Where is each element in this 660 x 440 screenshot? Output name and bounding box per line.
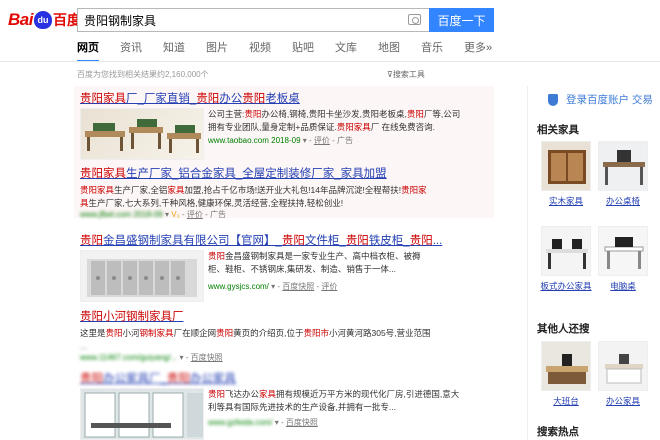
result-url[interactable]: www.11467.com/guiyang/... ▾ - 百度快照 — [80, 352, 490, 363]
hot-search-title: 搜索热点 — [537, 426, 579, 438]
related-label[interactable]: 板式办公家具 — [537, 280, 595, 292]
related-image[interactable] — [598, 226, 648, 276]
result-item: 贵阳小河钢制家具厂 这里是贵阳小河钢制家具厂在顺企网贵阳黄页的介绍页,位于贵阳市… — [80, 308, 490, 363]
result-description: 这里是贵阳小河钢制家具厂在顺企网贵阳黄页的介绍页,位于贵阳市小河黄河路305号,… — [80, 328, 431, 338]
tab-news[interactable]: 资讯 — [120, 38, 142, 62]
paw-icon: du — [33, 11, 52, 29]
result-title-link[interactable]: 贵阳金昌盛钢制家具有限公司【官网】_贵阳文件柜_贵阳铁皮柜_贵阳... — [80, 232, 490, 248]
also-searched-label[interactable]: 大班台 — [537, 395, 595, 407]
login-link[interactable]: 登录百度账户 交易 — [548, 92, 653, 107]
search-box — [77, 8, 429, 32]
related-label[interactable]: 实木家具 — [537, 195, 595, 207]
search-tools[interactable]: ⊽搜索工具 — [387, 69, 425, 80]
search-input[interactable] — [78, 9, 398, 31]
login-label: 登录百度账户 交易 — [566, 94, 653, 106]
tab-images[interactable]: 图片 — [206, 38, 228, 62]
search-button[interactable]: 百度一下 — [429, 8, 494, 32]
tab-map[interactable]: 地图 — [378, 38, 400, 62]
related-label[interactable]: 电脑桌 — [594, 280, 652, 292]
result-title-link[interactable]: 贵阳家具生产厂家_铝合金家具_全屋定制装修厂家_家具加盟 — [80, 165, 490, 181]
result-item: 贵阳家具厂_厂家直销_贵阳办公贵阳老板桌 公司主营:贵阳办公椅,钢椅,贵阳卡坐沙… — [80, 90, 490, 160]
result-description: 贵阳飞达办公家具拥有规模近万平方米的现代化厂房,引进德国,意大 — [208, 389, 460, 399]
baidu-logo[interactable]: Bai du 百度 — [8, 8, 81, 32]
tab-more[interactable]: 更多» — [464, 38, 492, 62]
result-thumbnail[interactable] — [80, 388, 204, 440]
tab-zhidao[interactable]: 知道 — [163, 38, 185, 62]
result-thumbnail[interactable] — [80, 250, 204, 302]
result-description: 具生产厂家,七大系列,千种风格,健康环保,灵活经营,全程扶持,轻松创业! — [80, 197, 344, 208]
result-title-link[interactable]: 贵阳家具厂_厂家直销_贵阳办公贵阳老板桌 — [80, 90, 490, 106]
also-searched-image[interactable] — [598, 341, 648, 391]
result-title-link[interactable]: 贵阳小河钢制家具厂 — [80, 308, 490, 324]
related-image[interactable] — [598, 141, 648, 191]
result-description: 公司主营:贵阳办公椅,钢椅,贵阳卡坐沙发,贵阳老板桌,贵阳厂等,公司 — [208, 109, 461, 119]
also-searched-title: 其他人还搜 — [537, 323, 590, 335]
camera-icon[interactable] — [408, 14, 421, 25]
result-url[interactable]: www.gzfeida.com/ ▾ - 百度快照 — [208, 417, 488, 428]
shield-icon — [548, 93, 558, 106]
result-description: ... — [80, 340, 88, 351]
result-item: 贵阳家具生产厂家_铝合金家具_全屋定制装修厂家_家具加盟 贵阳家具生产厂家,全铝… — [80, 165, 490, 220]
related-image[interactable] — [541, 141, 591, 191]
result-url[interactable]: www.gysjcs.com/ ▾ - 百度快照 - 评价 — [208, 281, 488, 292]
related-section-title: 相关家具 — [537, 124, 579, 136]
logo-text-bai: Bai — [8, 10, 33, 29]
tab-tieba[interactable]: 贴吧 — [292, 38, 314, 62]
tab-web[interactable]: 网页 — [77, 38, 99, 62]
related-image[interactable] — [541, 226, 591, 276]
result-description: 贵阳金昌盛钢制家具是一家专业生产、高中档衣柜、被褥 — [208, 251, 421, 261]
search-tools-label: 搜索工具 — [392, 70, 425, 79]
result-url[interactable]: www.jfbel.com 2018-09 ▾ V₃ - 评价 - 广告 — [80, 209, 490, 220]
result-count: 百度为您找到相关结果约2,160,000个 — [77, 70, 209, 79]
result-description: 柜、鞋柜、不锈钢床,集研发、制造、销售于一体... — [208, 263, 396, 274]
result-title-link[interactable]: 贵阳办公家具厂_贵阳办公家具 — [80, 370, 490, 386]
tab-wenku[interactable]: 文库 — [335, 38, 357, 62]
also-searched-label[interactable]: 办公家具 — [594, 395, 652, 407]
tab-video[interactable]: 视频 — [249, 38, 271, 62]
result-thumbnail[interactable] — [80, 108, 204, 160]
result-description: 利等具有国际先进技术的生产设备,并拥有一批专... — [208, 401, 396, 412]
related-label[interactable]: 办公桌椅 — [594, 195, 652, 207]
result-description: 贵阳家具生产厂家,全铝家具加盟,抢占千亿市场!送开业大礼包!14年品牌沉淀!全程… — [80, 185, 427, 195]
result-item: 贵阳办公家具厂_贵阳办公家具 贵阳飞达办公家具拥有规模近万平方米的现代化厂房,引… — [80, 370, 490, 440]
tab-music[interactable]: 音乐 — [421, 38, 443, 62]
result-item: 贵阳金昌盛钢制家具有限公司【官网】_贵阳文件柜_贵阳铁皮柜_贵阳... 贵阳金昌… — [80, 232, 490, 302]
result-description: 拥有专业团队,量身定制+品质保证.贵阳家具厂 在线免费咨询. — [208, 121, 435, 132]
result-url[interactable]: www.taobao.com 2018-09 ▾ - 评价 - 广告 — [208, 135, 488, 146]
also-searched-image[interactable] — [541, 341, 591, 391]
header-divider — [0, 61, 660, 62]
